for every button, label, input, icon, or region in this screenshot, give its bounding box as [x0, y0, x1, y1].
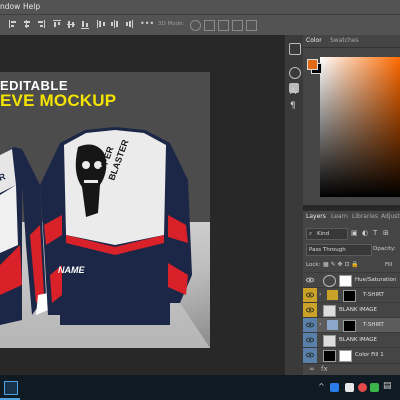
character-icon[interactable]: A	[290, 87, 296, 97]
tray-app-icon[interactable]	[345, 383, 354, 392]
adjustment-thumb-icon	[323, 275, 336, 287]
mask-thumb	[339, 350, 352, 362]
tab-learn[interactable]: Learn	[331, 211, 348, 223]
expand-chevron-icon[interactable]: ›	[319, 321, 321, 328]
blend-mode-value: Pass Through	[309, 247, 346, 253]
visibility-eye-icon[interactable]	[303, 303, 317, 318]
photoshop-app-icon[interactable]	[4, 381, 18, 395]
menu-bar: ndow Help	[0, 0, 400, 14]
tab-swatches[interactable]: Swatches	[330, 35, 359, 47]
3d-slide-icon[interactable]	[232, 20, 243, 31]
more-options-icon[interactable]: •••	[140, 19, 154, 29]
taskbar: ^ ▤	[0, 375, 400, 400]
lock-icons[interactable]: ▦ ✎ ✥ ⊡ 🔒	[323, 260, 359, 270]
back-shirt: HYPER BLASTER NAME	[40, 127, 192, 325]
align-left-icon[interactable]	[8, 19, 18, 29]
fill-thumb	[323, 350, 336, 362]
blend-mode-select[interactable]: Pass Through	[306, 244, 372, 256]
folder-icon	[327, 320, 338, 330]
layer-name: Hue/Saturation	[355, 277, 397, 283]
filter-shape-icon[interactable]: ⊞	[383, 229, 389, 237]
fx-icon[interactable]: fx	[321, 365, 328, 373]
smart-object-thumb	[323, 335, 336, 347]
filter-search-icon: ⌕	[309, 231, 313, 237]
tab-adjustments[interactable]: Adjust	[381, 211, 400, 223]
fill-label: Fill	[385, 262, 393, 268]
tray-app-icon[interactable]	[370, 383, 379, 392]
layer-name: T-SHIRT	[363, 292, 384, 298]
distribute-right-icon[interactable]	[124, 19, 134, 29]
history-icon[interactable]	[289, 43, 301, 55]
layer-row[interactable]: Color Fill 1	[303, 347, 400, 363]
align-center-h-icon[interactable]	[22, 19, 32, 29]
visibility-eye-icon[interactable]	[303, 288, 317, 303]
mask-thumb	[343, 320, 356, 332]
visibility-eye-icon[interactable]	[303, 318, 317, 333]
smart-object-thumb	[323, 305, 336, 317]
mask-thumb	[339, 275, 352, 287]
tray-app-icon[interactable]	[358, 383, 367, 392]
shirt-mockup-image: R HYPER BLASTER NAME	[0, 127, 192, 325]
distribute-bottom-icon[interactable]	[80, 19, 90, 29]
3d-roll-icon[interactable]	[204, 20, 215, 31]
distribute-left-icon[interactable]	[96, 19, 106, 29]
tab-layers[interactable]: Layers	[306, 211, 326, 223]
layer-row[interactable]: BLANK IMAGE	[303, 332, 400, 348]
3d-orbit-icon[interactable]	[190, 20, 201, 31]
layer-name: Color Fill 1	[355, 352, 384, 358]
filter-kind-label: Kind	[317, 231, 330, 237]
link-layers-icon[interactable]: ∞	[309, 365, 315, 373]
visibility-eye-icon[interactable]	[303, 348, 317, 363]
layer-row[interactable]: › T-SHIRT	[303, 287, 400, 303]
layer-name: BLANK IMAGE	[339, 337, 377, 343]
layer-name: BLANK IMAGE	[339, 307, 377, 313]
filter-type-icon[interactable]: T	[373, 229, 377, 237]
visibility-eye-icon[interactable]	[303, 273, 317, 288]
3d-scale-icon[interactable]	[246, 20, 257, 31]
mask-thumb	[343, 290, 356, 302]
layer-row[interactable]: BLANK IMAGE	[303, 302, 400, 318]
tray-chevron-icon[interactable]: ^	[318, 382, 325, 391]
tray-network-icon[interactable]: ▤	[383, 381, 392, 391]
svg-text:NAME: NAME	[58, 265, 85, 275]
color-icon[interactable]	[289, 67, 301, 79]
layer-row-selected[interactable]: › T-SHIRT	[303, 317, 400, 333]
color-picker-field[interactable]	[320, 57, 400, 197]
opacity-label: Opacity:	[373, 246, 396, 252]
visibility-eye-icon[interactable]	[303, 333, 317, 348]
menu-help[interactable]: Help	[23, 0, 40, 14]
layer-row[interactable]: Hue/Saturation	[303, 272, 400, 288]
paragraph-icon[interactable]: ¶	[290, 101, 296, 111]
expand-chevron-icon[interactable]: ›	[319, 291, 321, 298]
distribute-middle-icon[interactable]	[66, 19, 76, 29]
panel-tool-strip: A ¶	[284, 35, 303, 375]
front-shirt: R	[0, 147, 48, 325]
folder-icon	[327, 290, 338, 300]
tab-color[interactable]: Color	[306, 35, 322, 47]
3d-pan-icon[interactable]	[218, 20, 229, 31]
align-right-icon[interactable]	[36, 19, 46, 29]
tab-libraries[interactable]: Libraries	[352, 211, 378, 223]
3d-mode-label: 3D Mode:	[158, 21, 185, 27]
distribute-center-icon[interactable]	[110, 19, 120, 29]
options-bar: ••• 3D Mode:	[0, 14, 400, 36]
tray-app-icon[interactable]	[330, 383, 339, 392]
mockup-title-line2: EVE MOCKUP	[0, 91, 117, 110]
menu-window[interactable]: ndow	[0, 0, 20, 14]
layer-name: T-SHIRT	[363, 322, 384, 328]
distribute-top-icon[interactable]	[52, 19, 62, 29]
foreground-color-swatch[interactable]	[307, 59, 318, 70]
lock-label: Lock:	[306, 262, 321, 268]
filter-adjustment-icon[interactable]: ◐	[362, 229, 368, 237]
filter-pixel-icon[interactable]: ▣	[351, 229, 358, 237]
layer-filter-select[interactable]: ⌕ Kind	[306, 228, 348, 240]
